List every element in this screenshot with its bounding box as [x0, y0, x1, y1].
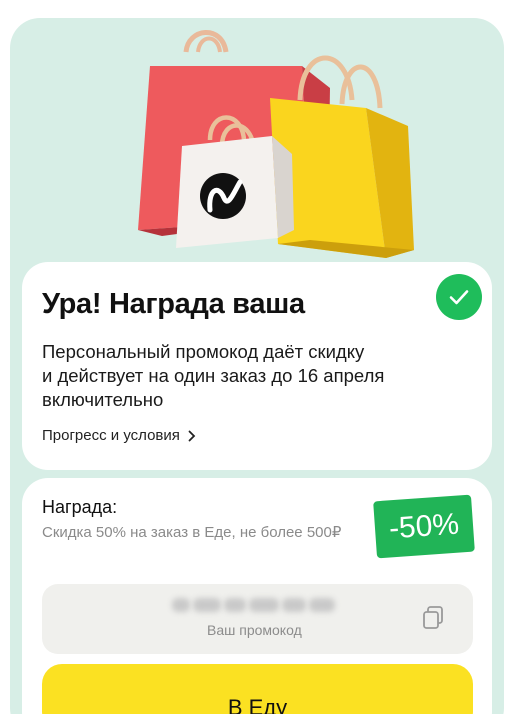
- promo-code-label: Ваш промокод: [207, 622, 302, 638]
- reward-label: Награда:: [42, 497, 118, 517]
- promo-code-value: •••••••••••••: [172, 594, 342, 616]
- progress-terms-link[interactable]: Прогресс и условия: [42, 427, 196, 444]
- terms-link-label: Прогресс и условия: [42, 427, 180, 444]
- discount-badge: -50%: [373, 494, 475, 559]
- shopping-bags-illustration: [138, 30, 414, 258]
- chevron-right-icon: [188, 430, 196, 441]
- check-icon: [436, 274, 482, 320]
- description-line: и действует на один заказ до 16 апреля: [42, 365, 385, 386]
- reward-terms-text: Скидка 50% на заказ в Еде, не более 500₽: [42, 524, 342, 541]
- description-line: включительно: [42, 389, 164, 410]
- page-title: Ура! Награда ваша: [42, 288, 305, 320]
- go-to-eda-button[interactable]: В Еду: [42, 664, 473, 714]
- description-line: Персональный промокод даёт скидку: [42, 341, 365, 362]
- reward-description: Персональный промокод даёт скидку и дейс…: [42, 340, 422, 412]
- copy-icon[interactable]: [421, 605, 445, 631]
